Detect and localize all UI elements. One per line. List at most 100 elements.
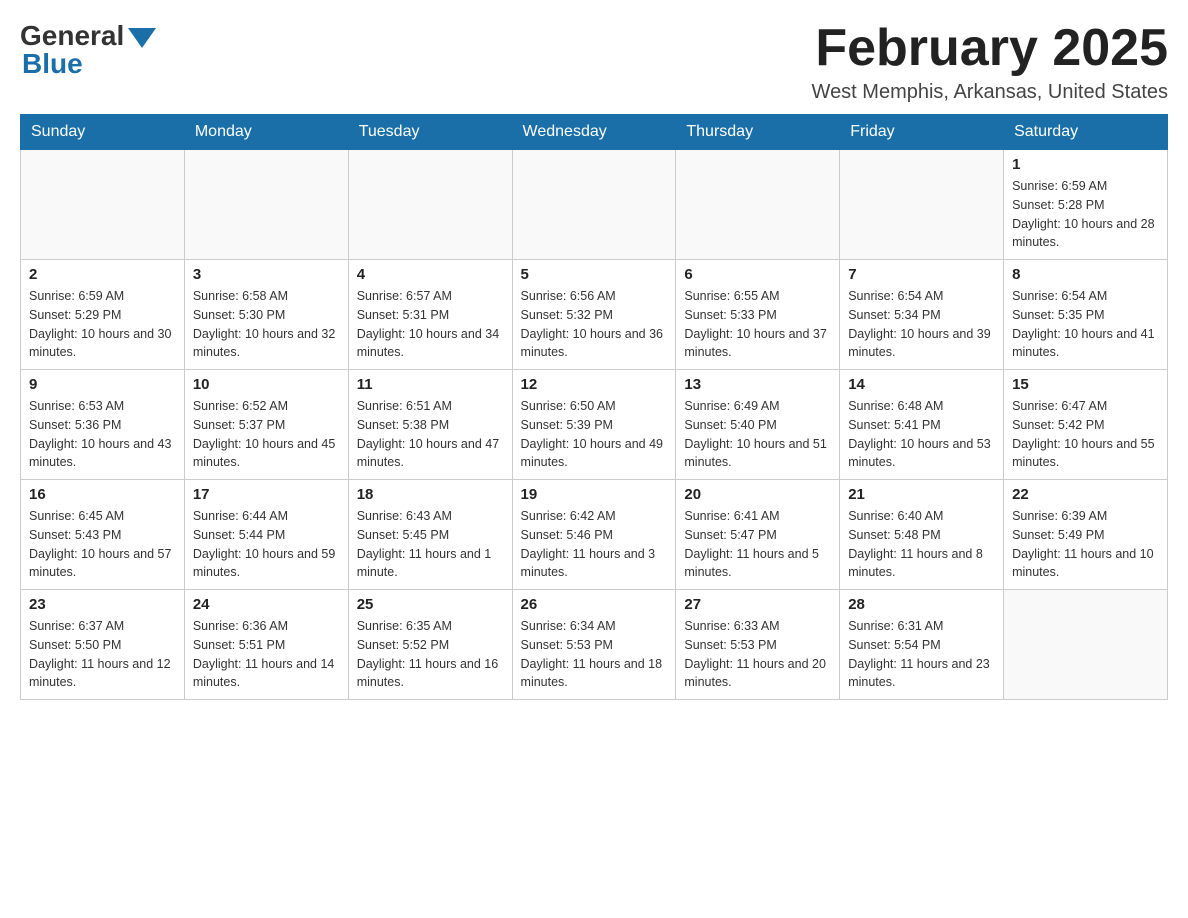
calendar-cell xyxy=(21,150,185,260)
day-info: Sunrise: 6:33 AMSunset: 5:53 PMDaylight:… xyxy=(684,617,831,692)
calendar-cell: 2 Sunrise: 6:59 AMSunset: 5:29 PMDaylight… xyxy=(21,260,185,370)
calendar-cell: 8 Sunrise: 6:54 AMSunset: 5:35 PMDaylight… xyxy=(1004,260,1168,370)
weekday-friday: Friday xyxy=(840,115,1004,150)
calendar-cell: 25 Sunrise: 6:35 AMSunset: 5:52 PMDayligh… xyxy=(348,590,512,700)
logo-triangle-icon xyxy=(128,28,156,48)
calendar-cell: 26 Sunrise: 6:34 AMSunset: 5:53 PMDayligh… xyxy=(512,590,676,700)
day-info: Sunrise: 6:35 AMSunset: 5:52 PMDaylight:… xyxy=(357,617,504,692)
day-info: Sunrise: 6:36 AMSunset: 5:51 PMDaylight:… xyxy=(193,617,340,692)
day-info: Sunrise: 6:52 AMSunset: 5:37 PMDaylight:… xyxy=(193,397,340,472)
day-info: Sunrise: 6:59 AMSunset: 5:28 PMDaylight:… xyxy=(1012,177,1159,252)
day-info: Sunrise: 6:47 AMSunset: 5:42 PMDaylight:… xyxy=(1012,397,1159,472)
calendar-week-row: 2 Sunrise: 6:59 AMSunset: 5:29 PMDaylight… xyxy=(21,260,1168,370)
calendar-cell: 28 Sunrise: 6:31 AMSunset: 5:54 PMDayligh… xyxy=(840,590,1004,700)
logo-blue-text: Blue xyxy=(22,48,83,80)
location-title: West Memphis, Arkansas, United States xyxy=(812,81,1168,104)
day-info: Sunrise: 6:59 AMSunset: 5:29 PMDaylight:… xyxy=(29,287,176,362)
day-info: Sunrise: 6:56 AMSunset: 5:32 PMDaylight:… xyxy=(521,287,668,362)
calendar-cell: 18Sunrise: 6:43 AMSunset: 5:45 PMDayligh… xyxy=(348,480,512,590)
calendar-cell: 1 Sunrise: 6:59 AMSunset: 5:28 PMDaylight… xyxy=(1004,150,1168,260)
day-number: 1 xyxy=(1012,156,1159,173)
month-title: February 2025 xyxy=(812,20,1168,77)
title-area: February 2025 West Memphis, Arkansas, Un… xyxy=(812,20,1168,104)
day-number: 27 xyxy=(684,596,831,613)
day-info: Sunrise: 6:34 AMSunset: 5:53 PMDaylight:… xyxy=(521,617,668,692)
calendar-cell: 21Sunrise: 6:40 AMSunset: 5:48 PMDayligh… xyxy=(840,480,1004,590)
day-info: Sunrise: 6:37 AMSunset: 5:50 PMDaylight:… xyxy=(29,617,176,692)
calendar-week-row: 23 Sunrise: 6:37 AMSunset: 5:50 PMDayligh… xyxy=(21,590,1168,700)
day-number: 12 xyxy=(521,376,668,393)
header: General Blue February 2025 West Memphis,… xyxy=(20,20,1168,104)
day-info: Sunrise: 6:54 AMSunset: 5:34 PMDaylight:… xyxy=(848,287,995,362)
day-info: Sunrise: 6:53 AMSunset: 5:36 PMDaylight:… xyxy=(29,397,176,472)
day-number: 11 xyxy=(357,376,504,393)
calendar-cell: 23 Sunrise: 6:37 AMSunset: 5:50 PMDayligh… xyxy=(21,590,185,700)
calendar-cell: 27 Sunrise: 6:33 AMSunset: 5:53 PMDayligh… xyxy=(676,590,840,700)
day-info: Sunrise: 6:40 AMSunset: 5:48 PMDaylight:… xyxy=(848,507,995,582)
calendar-week-row: 16 Sunrise: 6:45 AMSunset: 5:43 PMDayligh… xyxy=(21,480,1168,590)
day-info: Sunrise: 6:57 AMSunset: 5:31 PMDaylight:… xyxy=(357,287,504,362)
calendar-cell: 9 Sunrise: 6:53 AMSunset: 5:36 PMDaylight… xyxy=(21,370,185,480)
day-number: 23 xyxy=(29,596,176,613)
day-number: 25 xyxy=(357,596,504,613)
day-number: 20 xyxy=(684,486,831,503)
day-number: 22 xyxy=(1012,486,1159,503)
day-number: 26 xyxy=(521,596,668,613)
day-info: Sunrise: 6:51 AMSunset: 5:38 PMDaylight:… xyxy=(357,397,504,472)
day-number: 7 xyxy=(848,266,995,283)
day-number: 19 xyxy=(521,486,668,503)
calendar-cell: 11 Sunrise: 6:51 AMSunset: 5:38 PMDayligh… xyxy=(348,370,512,480)
calendar-cell: 15 Sunrise: 6:47 AMSunset: 5:42 PMDayligh… xyxy=(1004,370,1168,480)
day-number: 6 xyxy=(684,266,831,283)
day-number: 5 xyxy=(521,266,668,283)
day-info: Sunrise: 6:48 AMSunset: 5:41 PMDaylight:… xyxy=(848,397,995,472)
day-number: 13 xyxy=(684,376,831,393)
day-number: 16 xyxy=(29,486,176,503)
day-number: 14 xyxy=(848,376,995,393)
weekday-monday: Monday xyxy=(184,115,348,150)
day-number: 2 xyxy=(29,266,176,283)
day-number: 28 xyxy=(848,596,995,613)
calendar-cell: 20 Sunrise: 6:41 AMSunset: 5:47 PMDayligh… xyxy=(676,480,840,590)
calendar-cell: 22 Sunrise: 6:39 AMSunset: 5:49 PMDayligh… xyxy=(1004,480,1168,590)
calendar-cell xyxy=(840,150,1004,260)
day-info: Sunrise: 6:45 AMSunset: 5:43 PMDaylight:… xyxy=(29,507,176,582)
day-number: 15 xyxy=(1012,376,1159,393)
day-number: 9 xyxy=(29,376,176,393)
weekday-tuesday: Tuesday xyxy=(348,115,512,150)
calendar-week-row: 1 Sunrise: 6:59 AMSunset: 5:28 PMDaylight… xyxy=(21,150,1168,260)
calendar-cell: 24 Sunrise: 6:36 AMSunset: 5:51 PMDayligh… xyxy=(184,590,348,700)
day-info: Sunrise: 6:43 AMSunset: 5:45 PMDaylight:… xyxy=(357,507,504,582)
calendar-cell: 3 Sunrise: 6:58 AMSunset: 5:30 PMDaylight… xyxy=(184,260,348,370)
day-number: 17 xyxy=(193,486,340,503)
day-number: 24 xyxy=(193,596,340,613)
weekday-saturday: Saturday xyxy=(1004,115,1168,150)
day-info: Sunrise: 6:55 AMSunset: 5:33 PMDaylight:… xyxy=(684,287,831,362)
day-number: 10 xyxy=(193,376,340,393)
calendar-cell: 13 Sunrise: 6:49 AMSunset: 5:40 PMDayligh… xyxy=(676,370,840,480)
weekday-wednesday: Wednesday xyxy=(512,115,676,150)
day-info: Sunrise: 6:54 AMSunset: 5:35 PMDaylight:… xyxy=(1012,287,1159,362)
calendar-week-row: 9 Sunrise: 6:53 AMSunset: 5:36 PMDaylight… xyxy=(21,370,1168,480)
calendar-cell xyxy=(184,150,348,260)
calendar-cell: 14 Sunrise: 6:48 AMSunset: 5:41 PMDayligh… xyxy=(840,370,1004,480)
day-number: 3 xyxy=(193,266,340,283)
calendar-cell: 19 Sunrise: 6:42 AMSunset: 5:46 PMDayligh… xyxy=(512,480,676,590)
calendar-cell: 6 Sunrise: 6:55 AMSunset: 5:33 PMDaylight… xyxy=(676,260,840,370)
calendar-cell xyxy=(512,150,676,260)
calendar-cell: 12Sunrise: 6:50 AMSunset: 5:39 PMDayligh… xyxy=(512,370,676,480)
day-number: 4 xyxy=(357,266,504,283)
calendar-cell: 5 Sunrise: 6:56 AMSunset: 5:32 PMDaylight… xyxy=(512,260,676,370)
calendar-cell: 17Sunrise: 6:44 AMSunset: 5:44 PMDayligh… xyxy=(184,480,348,590)
calendar-cell: 16 Sunrise: 6:45 AMSunset: 5:43 PMDayligh… xyxy=(21,480,185,590)
calendar-cell xyxy=(1004,590,1168,700)
day-info: Sunrise: 6:42 AMSunset: 5:46 PMDaylight:… xyxy=(521,507,668,582)
calendar-table: SundayMondayTuesdayWednesdayThursdayFrid… xyxy=(20,114,1168,700)
day-number: 8 xyxy=(1012,266,1159,283)
day-info: Sunrise: 6:58 AMSunset: 5:30 PMDaylight:… xyxy=(193,287,340,362)
weekday-header-row: SundayMondayTuesdayWednesdayThursdayFrid… xyxy=(21,115,1168,150)
day-info: Sunrise: 6:31 AMSunset: 5:54 PMDaylight:… xyxy=(848,617,995,692)
day-info: Sunrise: 6:41 AMSunset: 5:47 PMDaylight:… xyxy=(684,507,831,582)
day-info: Sunrise: 6:49 AMSunset: 5:40 PMDaylight:… xyxy=(684,397,831,472)
day-info: Sunrise: 6:39 AMSunset: 5:49 PMDaylight:… xyxy=(1012,507,1159,582)
